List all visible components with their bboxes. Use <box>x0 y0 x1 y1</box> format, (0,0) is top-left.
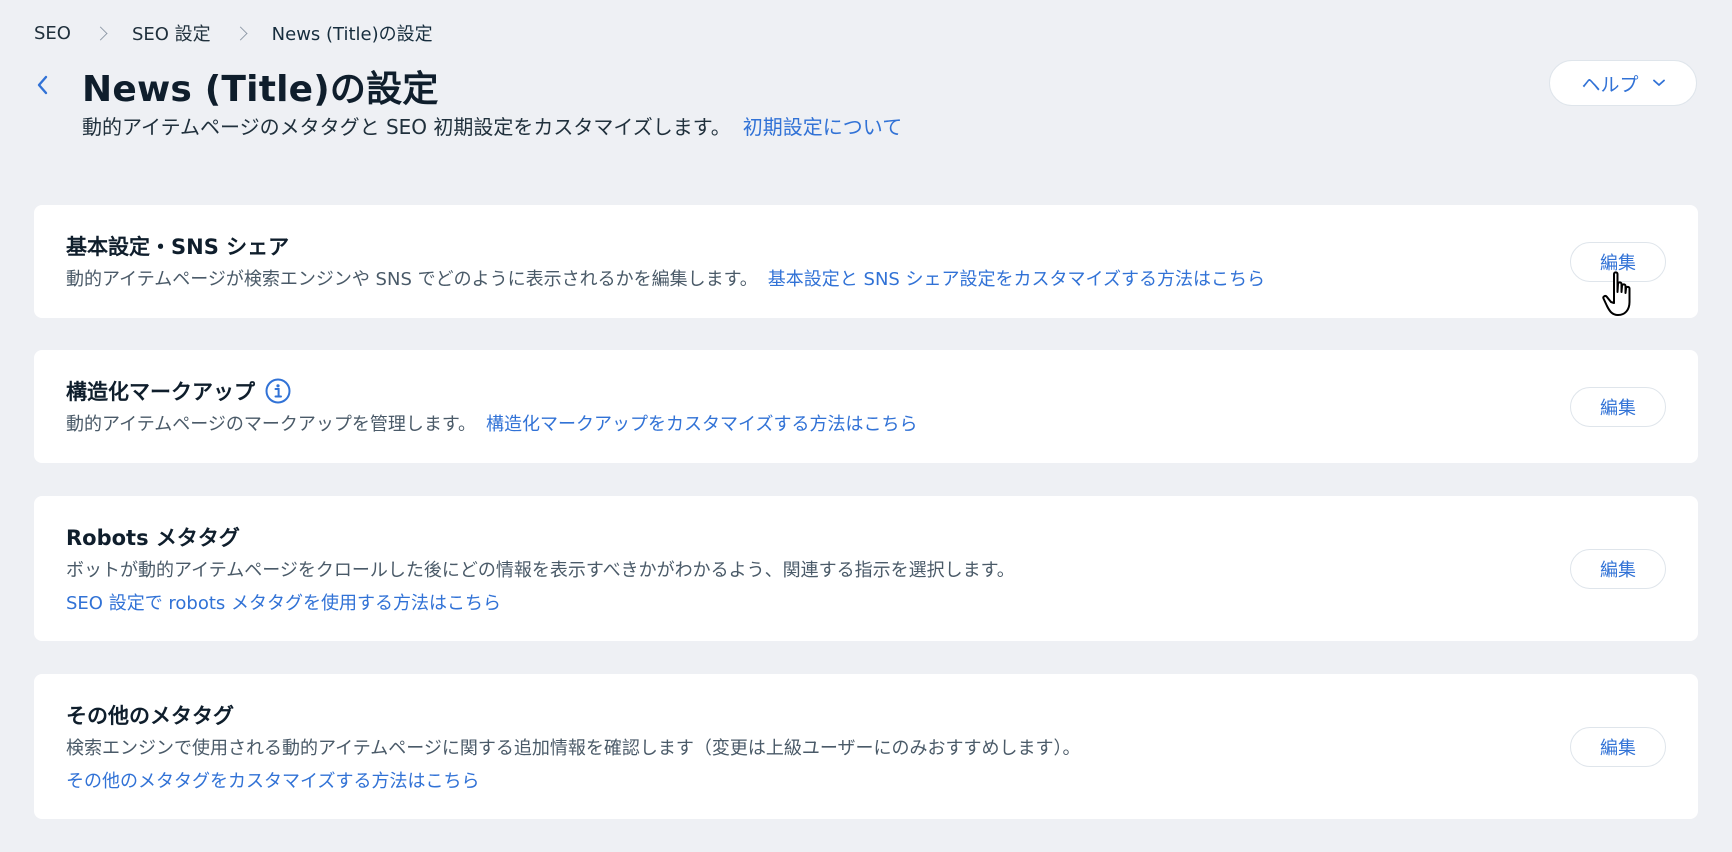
info-icon[interactable] <box>265 378 291 404</box>
section-robots-meta: Robots メタタグ ボットが動的アイテムページをクロールした後にどの情報を表… <box>34 496 1698 641</box>
section-title: 構造化マークアップ <box>66 376 291 406</box>
other-meta-help-link[interactable]: その他のメタタグをカスタマイズする方法はこちら <box>66 767 479 793</box>
section-title-text: 構造化マークアップ <box>66 380 255 404</box>
section-title: 基本設定・SNS シェア <box>66 231 289 261</box>
help-button[interactable]: ヘルプ <box>1549 60 1697 106</box>
breadcrumb: SEO SEO 設定 News (Title)の設定 <box>34 20 433 46</box>
section-title-text: Robots メタタグ <box>66 526 240 550</box>
section-description-text: 動的アイテムページが検索エンジンや SNS でどのように表示されるかを編集します… <box>66 269 758 290</box>
section-description-text: 検索エンジンで使用される動的アイテムページに関する追加情報を確認します（変更は上… <box>66 738 1081 759</box>
section-description: 検索エンジンで使用される動的アイテムページに関する追加情報を確認します（変更は上… <box>66 734 1080 760</box>
hand-pointer-cursor-icon <box>1602 271 1631 316</box>
structured-markup-help-link[interactable]: 構造化マークアップをカスタマイズする方法はこちら <box>486 414 917 435</box>
chevron-right-icon <box>233 25 248 41</box>
edit-robots-meta-button[interactable]: 編集 <box>1570 549 1666 589</box>
section-basic-social: 基本設定・SNS シェア 動的アイテムページが検索エンジンや SNS でどのよう… <box>34 205 1698 318</box>
defaults-info-link[interactable]: 初期設定について <box>743 115 902 139</box>
chevron-right-icon <box>93 25 108 41</box>
page-subtitle: 動的アイテムページのメタタグと SEO 初期設定をカスタマイズします。 初期設定に… <box>82 111 902 140</box>
section-title-text: 基本設定・SNS シェア <box>66 235 290 259</box>
chevron-down-icon <box>1652 79 1665 86</box>
robots-meta-help-link[interactable]: SEO 設定で robots メタタグを使用する方法はこちら <box>66 589 501 615</box>
section-title-text: その他のメタタグ <box>66 704 234 728</box>
chevron-left-icon <box>37 75 48 95</box>
section-description: ボットが動的アイテムページをクロールした後にどの情報を表示すべきかがわかるよう、… <box>66 556 1015 582</box>
section-title: Robots メタタグ <box>66 522 240 552</box>
edit-other-meta-button[interactable]: 編集 <box>1570 727 1666 767</box>
page-title: News (Title)の設定 <box>82 69 439 110</box>
section-structured-markup: 構造化マークアップ 動的アイテムページのマークアップを管理します。 構造化マークア… <box>34 350 1698 463</box>
page-subtitle-text: 動的アイテムページのメタタグと SEO 初期設定をカスタマイズします。 <box>82 115 731 139</box>
breadcrumb-item-current: News (Title)の設定 <box>271 24 433 45</box>
breadcrumb-item-seo-settings[interactable]: SEO 設定 <box>132 20 211 46</box>
section-description-text: ボットが動的アイテムページをクロールした後にどの情報を表示すべきかがわかるよう、… <box>66 560 1015 581</box>
back-button[interactable] <box>30 70 54 100</box>
section-description: 動的アイテムページが検索エンジンや SNS でどのように表示されるかを編集します… <box>66 265 1265 291</box>
edit-structured-markup-button[interactable]: 編集 <box>1570 387 1666 427</box>
section-title: その他のメタタグ <box>66 700 234 730</box>
section-description: 動的アイテムページのマークアップを管理します。 構造化マークアップをカスタマイズす… <box>66 410 918 436</box>
section-other-meta: その他のメタタグ 検索エンジンで使用される動的アイテムページに関する追加情報を確… <box>34 674 1698 819</box>
breadcrumb-item-seo[interactable]: SEO <box>34 23 71 44</box>
section-description-text: 動的アイテムページのマークアップを管理します。 <box>66 414 477 435</box>
basic-social-help-link[interactable]: 基本設定と SNS シェア設定をカスタマイズする方法はこちら <box>768 269 1265 290</box>
help-button-label: ヘルプ <box>1581 73 1639 96</box>
